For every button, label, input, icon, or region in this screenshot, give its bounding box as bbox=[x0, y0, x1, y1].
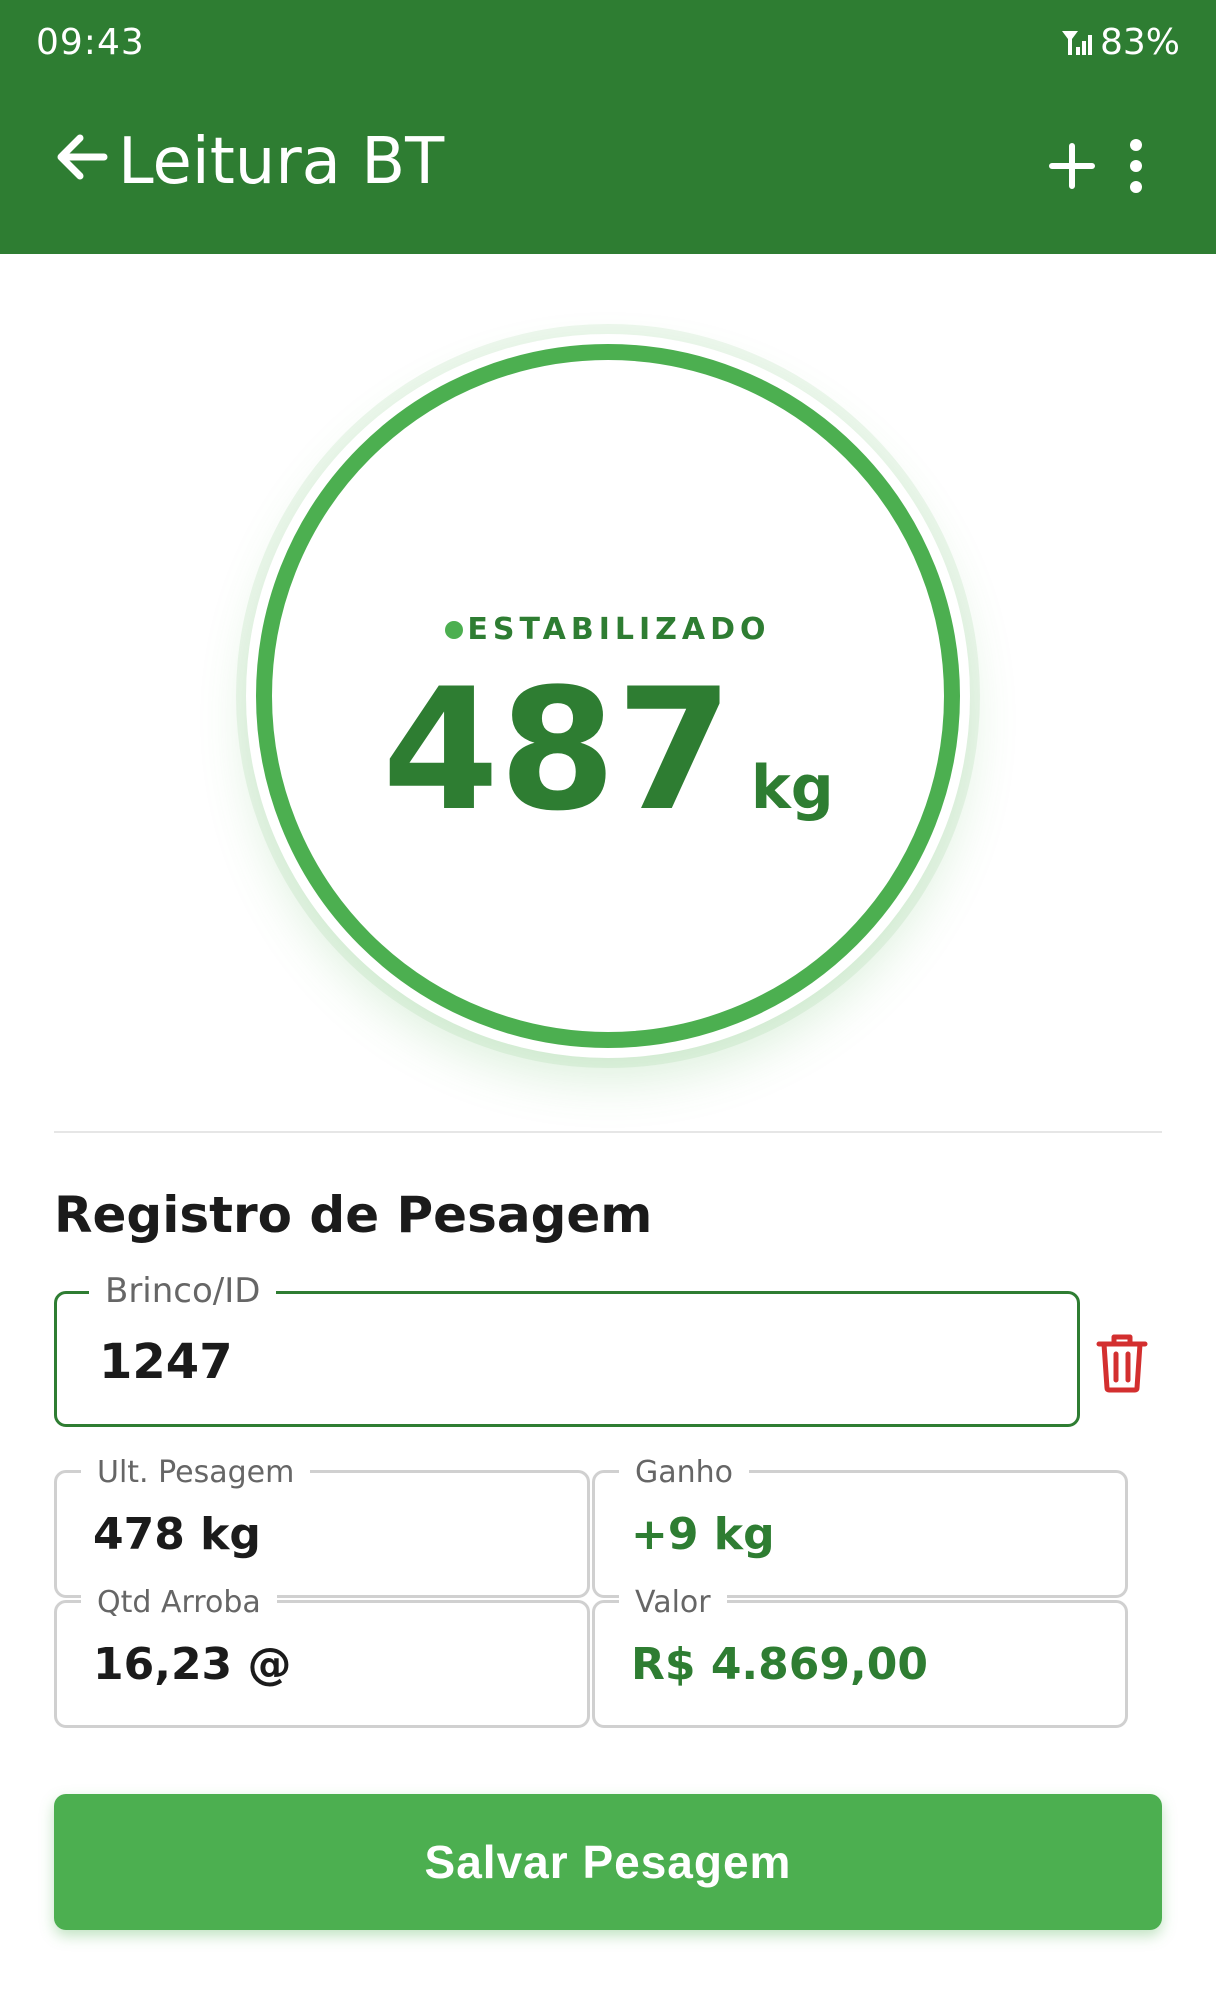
save-weighing-label: Salvar Pesagem bbox=[424, 1836, 792, 1888]
price-value: R$ 4.869,00 bbox=[631, 1639, 928, 1690]
last-weight-label: Ult. Pesagem bbox=[81, 1456, 311, 1490]
page-title: Leitura BT bbox=[118, 125, 445, 199]
divider bbox=[54, 1131, 1162, 1133]
weight-unit: kg bbox=[750, 753, 834, 823]
status-dot-icon bbox=[445, 620, 464, 639]
arroba-qty-value: 16,23 @ bbox=[93, 1639, 292, 1690]
id-input-label: Brinco/ID bbox=[89, 1274, 277, 1308]
stability-status: ESTABILIZADO bbox=[467, 612, 771, 647]
status-time: 09:43 bbox=[36, 22, 145, 63]
signal-icon bbox=[1061, 30, 1092, 55]
more-menu-button[interactable] bbox=[1116, 136, 1156, 196]
arrow-left-icon bbox=[57, 134, 108, 180]
battery-percentage: 83% bbox=[1099, 22, 1180, 63]
last-weight-value: 478 kg bbox=[93, 1509, 261, 1560]
plus-icon bbox=[1049, 143, 1095, 189]
screen: 09:43 83% Leitura BT ESTABILIZADO 487 kg… bbox=[0, 0, 1216, 2000]
trash-icon bbox=[1096, 1334, 1148, 1393]
gain-label: Ganho bbox=[619, 1456, 750, 1490]
status-indicators: 83% bbox=[1061, 22, 1180, 63]
weight-reading: 487 kg bbox=[272, 660, 944, 840]
app-bar: 09:43 83% Leitura BT bbox=[0, 0, 1216, 254]
gain-value: +9 kg bbox=[631, 1509, 775, 1560]
save-weighing-button[interactable]: Salvar Pesagem bbox=[54, 1794, 1162, 1930]
weight-gauge: ESTABILIZADO 487 kg bbox=[256, 344, 960, 1048]
stability-indicator: ESTABILIZADO bbox=[272, 612, 944, 647]
add-button[interactable] bbox=[1044, 138, 1100, 194]
price-field: Valor R$ 4.869,00 bbox=[592, 1586, 1128, 1728]
delete-button[interactable] bbox=[1092, 1330, 1152, 1396]
last-weight-field: Ult. Pesagem 478 kg bbox=[54, 1456, 590, 1598]
id-input[interactable]: Brinco/ID 1247 bbox=[54, 1274, 1080, 1427]
weight-value: 487 bbox=[382, 652, 733, 848]
arroba-qty-field: Qtd Arroba 16,23 @ bbox=[54, 1586, 590, 1728]
more-vertical-icon bbox=[1130, 139, 1142, 193]
price-label: Valor bbox=[619, 1586, 727, 1620]
back-button[interactable] bbox=[54, 130, 108, 184]
section-title: Registro de Pesagem bbox=[54, 1186, 653, 1244]
gain-field: Ganho +9 kg bbox=[592, 1456, 1128, 1598]
arroba-qty-label: Qtd Arroba bbox=[81, 1586, 277, 1620]
id-input-value: 1247 bbox=[99, 1334, 233, 1390]
